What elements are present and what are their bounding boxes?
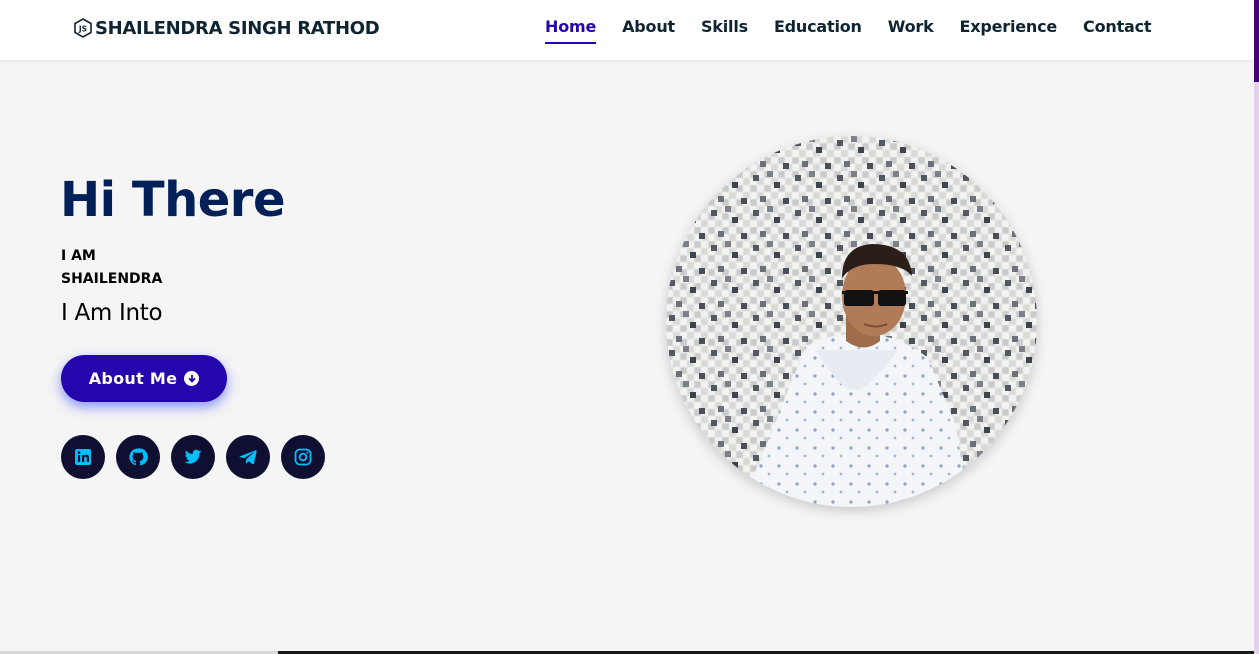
instagram-icon[interactable] — [281, 435, 325, 479]
social-links — [61, 435, 325, 479]
hero-iam-line1: I AM — [61, 248, 96, 264]
hero-into: I Am Into — [61, 300, 163, 326]
profile-photo — [666, 136, 1037, 507]
nav-skills[interactable]: Skills — [701, 14, 748, 44]
nav-work[interactable]: Work — [888, 14, 934, 44]
site-header: JS SHAILENDRA SINGH RATHOD Home About Sk… — [0, 0, 1254, 60]
hero-iam: I AM SHAILENDRA — [61, 245, 162, 291]
nav-experience[interactable]: Experience — [960, 14, 1058, 44]
page-scrollbar[interactable] — [1254, 0, 1259, 654]
nav-contact[interactable]: Contact — [1083, 14, 1152, 44]
nav-about[interactable]: About — [622, 14, 675, 44]
js-logo-icon: JS — [73, 18, 93, 38]
svg-text:JS: JS — [78, 25, 87, 34]
about-me-label: About Me — [88, 369, 178, 388]
brand-name: SHAILENDRA SINGH RATHOD — [95, 17, 380, 39]
twitter-icon[interactable] — [171, 435, 215, 479]
about-me-button[interactable]: About Me — [61, 355, 227, 402]
nav-education[interactable]: Education — [774, 14, 862, 44]
main-nav: Home About Skills Education Work Experie… — [545, 14, 1152, 46]
github-icon[interactable] — [116, 435, 160, 479]
nav-home[interactable]: Home — [545, 14, 596, 44]
profile-photo-image — [666, 136, 1037, 507]
brand-logo[interactable]: JS SHAILENDRA SINGH RATHOD — [73, 14, 380, 42]
telegram-icon[interactable] — [226, 435, 270, 479]
scrollbar-thumb[interactable] — [1254, 0, 1259, 82]
arrow-circle-down-icon — [184, 371, 200, 386]
linkedin-icon[interactable] — [61, 435, 105, 479]
hero-iam-line2: SHAILENDRA — [61, 271, 163, 287]
hero-greeting: Hi There — [60, 172, 286, 228]
